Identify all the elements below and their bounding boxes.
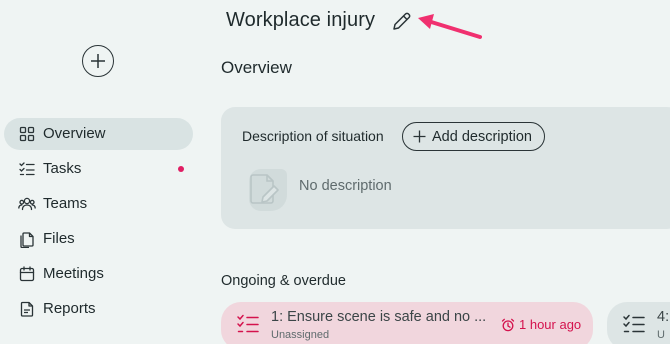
task-due: 1 hour ago [501,317,581,332]
sidebar-item-label: Reports [43,300,96,317]
description-label: Description of situation [242,128,384,144]
sidebar-item-label: Tasks [43,160,82,177]
ongoing-overdue-title: Ongoing & overdue [221,273,346,289]
task-assignee: U [657,329,665,341]
task-name: 1: Ensure scene is safe and no ... [271,309,487,325]
notification-dot [178,166,184,172]
empty-document-icon [249,169,287,211]
alarm-clock-icon [501,318,515,331]
sidebar-item-label: Files [43,230,75,247]
sidebar-item-overview[interactable]: Overview [4,118,193,150]
checklist-icon [237,314,259,333]
task-name: 4: [657,309,670,325]
pencil-icon[interactable] [390,9,414,33]
add-description-button[interactable]: Add description [402,122,545,151]
page-title: Workplace injury [226,9,376,31]
task-card-overdue[interactable]: 1: Ensure scene is safe and no ... Unass… [221,302,593,344]
task-assignee: Unassigned [271,329,330,341]
task-due-label: 1 hour ago [519,317,582,332]
checklist-icon [19,162,35,176]
files-icon [20,232,34,248]
sidebar-item-meetings[interactable]: Meetings [4,258,193,290]
sidebar-item-files[interactable]: Files [4,223,193,255]
add-description-label: Add description [432,128,532,145]
sidebar-item-label: Overview [43,125,106,142]
sidebar-item-tasks[interactable]: Tasks [4,153,193,185]
document-icon [20,301,34,317]
section-title: Overview [221,58,292,77]
task-card[interactable]: 4: U [607,302,670,344]
calendar-icon [19,266,35,282]
plus-icon [91,54,105,68]
sidebar-item-label: Meetings [43,265,104,282]
annotation-arrow-icon [418,14,482,39]
description-card: Description of situation Add description… [221,107,670,229]
checklist-icon [623,314,645,333]
add-button[interactable] [82,45,114,77]
grid-icon [19,126,35,142]
sidebar-item-reports[interactable]: Reports [4,293,193,325]
sidebar-item-teams[interactable]: Teams [4,188,193,220]
sidebar-item-label: Teams [43,195,88,212]
empty-description-text: No description [299,178,392,194]
people-icon [18,197,36,211]
plus-icon [413,130,426,143]
